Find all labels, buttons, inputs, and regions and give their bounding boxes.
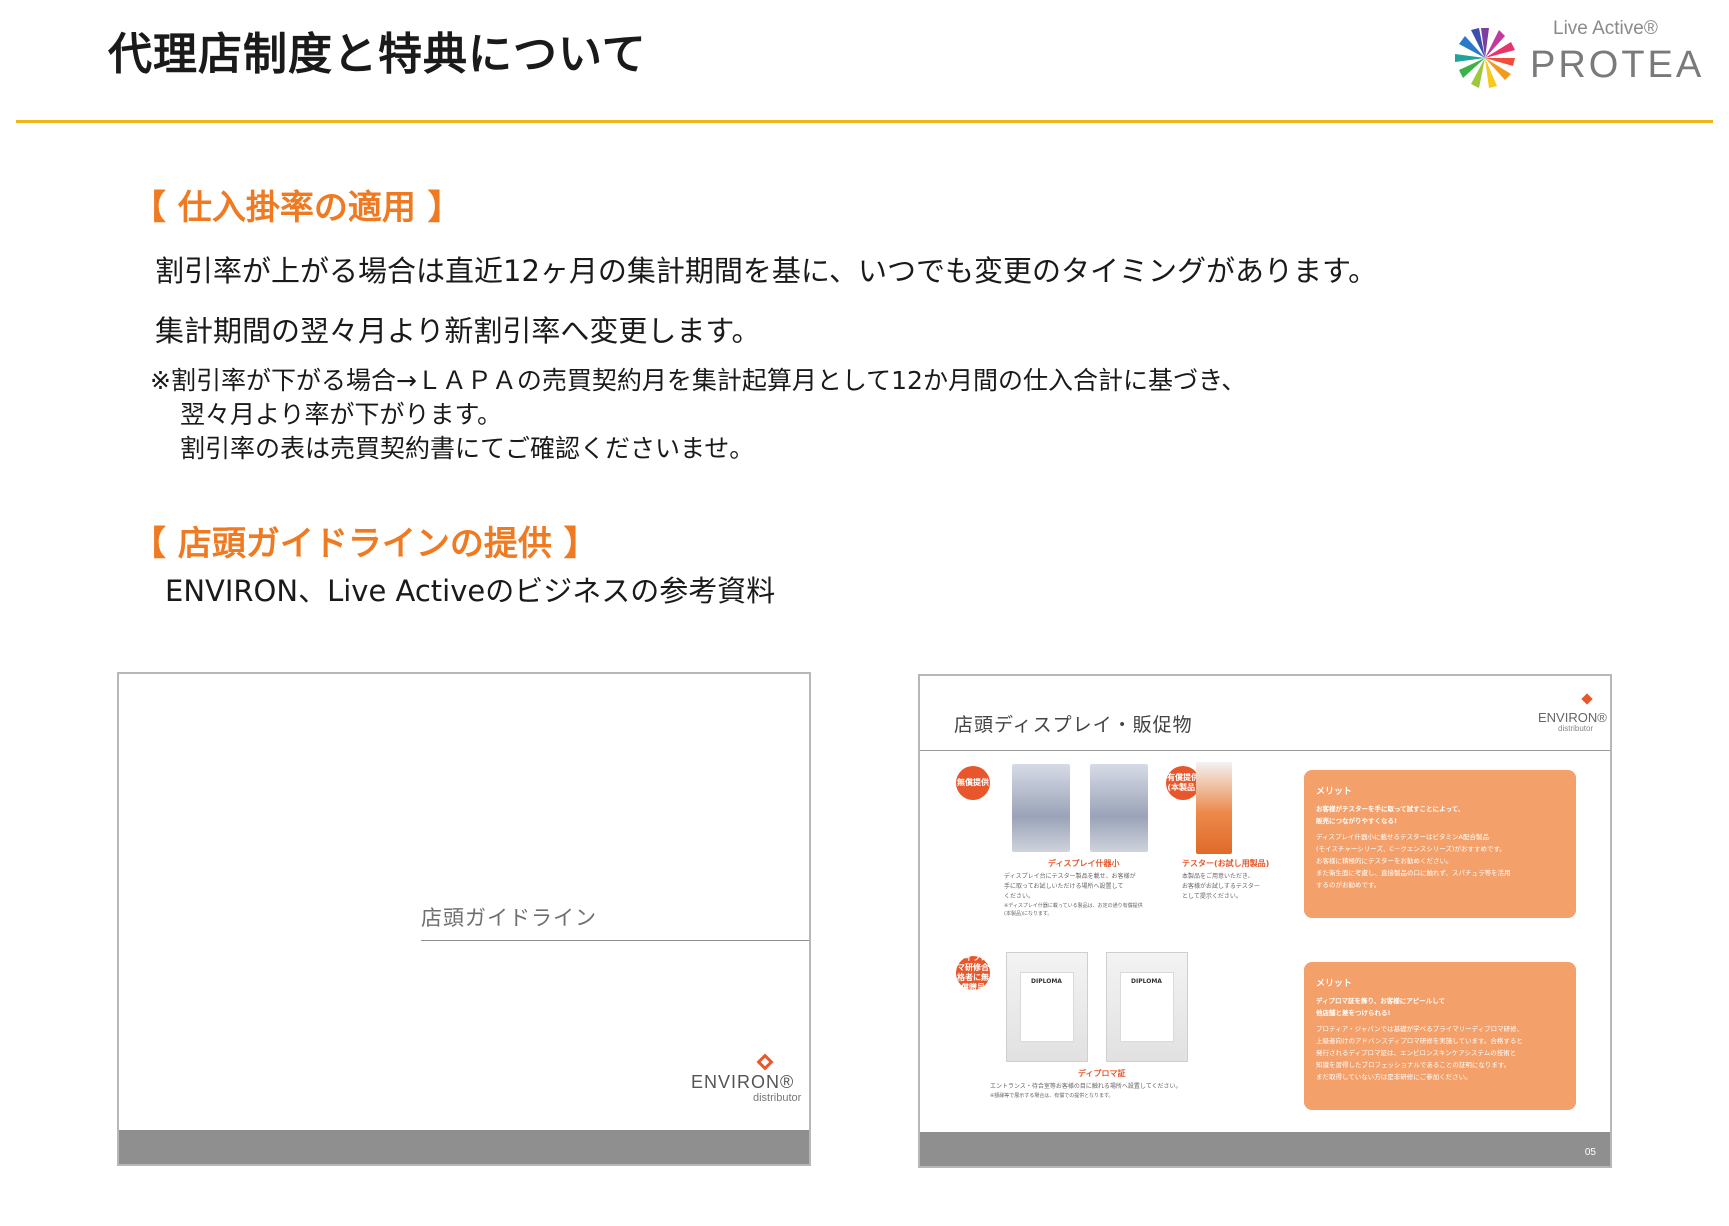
purchase-rate-line-1: 割引率が上がる場合は直近12ヶ月の集計期間を基に、いつでも変更のタイミングがあり… [155,254,1378,288]
merit-1-line-4: (モイスチャーシリーズ、C－クエンスシリーズ)がおすすめです。 [1316,845,1506,853]
note-line-1: ※割引率が下がる場合→ＬＡＰＡの売買契約月を集計起算月として12か月間の仕入合計… [150,366,1247,395]
merit-1-line-1: お客様がテスターを手に取って試すことによって、 [1316,805,1465,813]
diploma-label: DIPLOMA [1031,978,1062,985]
section-heading-store-guideline: 【 店頭ガイドラインの提供 】 [132,524,598,564]
purchase-rate-line-2: 集計期間の翌々月より新割引率へ変更します。 [155,314,761,348]
page-title: 代理店制度と特典について [108,29,647,80]
merit-box-1: メリット お客様がテスターを手に取って試すことによって、 販売につながりやすくな… [1304,770,1576,918]
badge-paid: 有償提供(本製品) [1166,766,1200,800]
diploma-frame-image-2: DIPLOMA [1106,952,1188,1062]
caption-tester: テスター(お試し用製品) [1182,859,1270,868]
badge-free: 無償提供 [956,766,990,800]
slide1-footer-bar [119,1130,809,1164]
slide2-brand: ENVIRON® [1538,710,1607,725]
display-stand-image [1012,764,1070,852]
caption-display-stand-text-2: 手に取ってお試しいただける場所へ設置して [1004,883,1124,890]
logo-tagline: Live Active® [1553,18,1658,39]
badge-diploma: ディプロマ研修合格者に無償贈呈 [956,953,990,992]
merit-2-line-2: 他店舗と差をつけられる! [1316,1009,1391,1017]
caption-tester-text-2: お客様がお試しするテスター [1182,883,1260,890]
slide2-brand-sub: distributor [1558,724,1594,733]
environ-diamond-icon [1581,693,1593,705]
caption-diploma-text-1: エントランス・待合室等お客様の目に触れる場所へ設置してください。 [990,1083,1182,1090]
header-divider [16,120,1713,123]
slide1-brand: ENVIRON® [691,1072,795,1092]
guideline-cover-slide-thumbnail: 店頭ガイドライン ENVIRON® distributor [117,672,811,1166]
tester-tube-image [1196,762,1232,854]
caption-display-stand-text-5: (本製品)になります。 [1004,911,1053,917]
merit-2-heading: メリット [1316,979,1353,989]
merit-2-line-3: プロティア・ジャパンでは基礎が学べるプライマリーディプロマ研修、 [1316,1025,1524,1033]
merit-2-line-4: 上級者向けのアドバンスディプロマ研修を実施しています。合格すると [1316,1037,1523,1045]
slide2-page-number: 05 [1584,1147,1596,1158]
environ-diamond-icon [756,1053,774,1071]
slide2-title: 店頭ディスプレイ・販促物 [954,714,1193,736]
slide2-title-divider [920,750,1610,751]
merit-1-line-5: お客様に積極的にテスターをお勧めください。 [1316,857,1453,865]
merit-2-line-5: 発行されるディプロマ証は、エンビロンスキンケアシステムの技術と [1316,1049,1517,1057]
merit-1-line-3: ディスプレイ什器小に載せるテスターはビタミンA配合製品 [1316,833,1489,841]
slide1-title: 店頭ガイドライン [421,906,597,930]
logo-wordmark: PROTEA [1530,44,1705,86]
diploma-label-2: DIPLOMA [1131,978,1162,985]
store-display-slide-thumbnail: 店頭ディスプレイ・販促物 ENVIRON® distributor 無償提供 デ… [918,674,1612,1168]
slide1-title-underline [421,940,809,941]
slide1-brand-sub: distributor [753,1092,802,1104]
merit-2-line-1: ディプロマ証を飾り、お客様にアピールして [1316,997,1446,1005]
caption-diploma: ディプロマ証 [1078,1069,1126,1078]
note-line-3: 割引率の表は売買契約書にてご確認くださいませ。 [180,434,755,463]
display-stand-image-2 [1090,764,1148,852]
caption-display-stand-text-1: ディスプレイ台にテスター製品を載せ、お客様が [1004,873,1136,880]
slide2-footer-bar [920,1132,1610,1166]
note-line-2: 翌々月より率が下がります。 [180,400,503,429]
store-guideline-line: ENVIRON、Live Activeのビジネスの参考資料 [165,574,776,608]
merit-2-line-6: 知識を習得したプロフェッショナルであることの証明になります。 [1316,1061,1511,1069]
merit-2-line-7: まだ取得していない方は是非研修にご参加ください。 [1316,1073,1472,1081]
section-heading-purchase-rate: 【 仕入掛率の適用 】 [132,188,462,228]
merit-1-line-2: 販売につながりやすくなる! [1316,817,1397,825]
caption-tester-text-3: として提示ください。 [1182,893,1242,900]
caption-tester-text-1: 本製品をご用意いただき、 [1182,873,1254,880]
caption-diploma-text-2: ※額縁等で展示する場合は、有償での提供となります。 [990,1093,1114,1099]
caption-display-stand: ディスプレイ什器小 [1048,859,1120,868]
merit-1-line-7: するのがお勧めです。 [1316,881,1381,889]
caption-display-stand-text-3: ください。 [1004,893,1035,900]
merit-box-2: メリット ディプロマ証を飾り、お客様にアピールして 他店舗と差をつけられる! プ… [1304,962,1576,1110]
diploma-frame-image: DIPLOMA [1006,952,1088,1062]
merit-1-line-6: また衛生面に考慮し、直接製品の口に触れず、スパチュラ等を活用 [1316,869,1511,877]
merit-1-heading: メリット [1316,787,1353,797]
